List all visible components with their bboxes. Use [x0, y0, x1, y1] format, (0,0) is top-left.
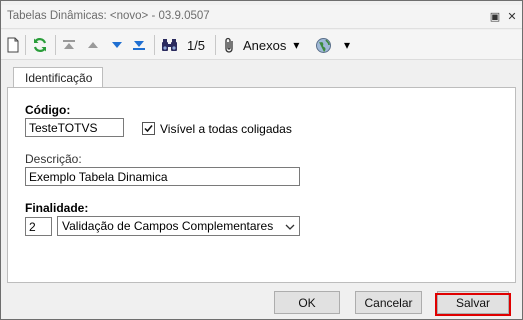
cancel-button[interactable]: Cancelar [355, 291, 422, 314]
checkmark-icon [144, 125, 153, 133]
last-record-icon[interactable] [131, 36, 147, 54]
paperclip-icon [223, 37, 237, 54]
attachments-label: Anexos [243, 37, 287, 53]
ok-button[interactable]: OK [274, 291, 340, 314]
tab-identificacao[interactable]: Identificação [13, 67, 103, 88]
dialog-window: Tabelas Dinâmicas: <novo> - 03.9.0507 ▣ … [0, 0, 523, 320]
chevron-down-icon: ▾ [344, 38, 351, 52]
new-document-icon[interactable] [5, 36, 21, 54]
globe-menu-button[interactable]: ▾ [315, 36, 355, 54]
toolbar-separator [154, 35, 155, 55]
next-record-icon[interactable] [109, 36, 125, 54]
visivel-checkbox[interactable] [142, 122, 155, 135]
finalidade-select[interactable]: Validação de Campos Complementares [57, 216, 300, 236]
codigo-input[interactable]: TesteTOTVS [25, 118, 124, 137]
toolbar-separator [55, 35, 56, 55]
descricao-label: Descrição: [25, 152, 82, 166]
attachments-button[interactable]: Anexos ▾ [223, 36, 319, 54]
finalidade-code-input[interactable]: 2 [25, 217, 52, 236]
visivel-label[interactable]: Visível a todas coligadas [160, 122, 292, 136]
previous-record-icon[interactable] [85, 36, 101, 54]
close-icon[interactable]: ✕ [506, 10, 518, 23]
codigo-label: Código: [25, 103, 71, 117]
record-indicator: 1/5 [186, 37, 206, 53]
tab-identificacao-label: Identificação [25, 71, 93, 85]
window-title: Tabelas Dinâmicas: <novo> - 03.9.0507 [7, 10, 210, 22]
finalidade-label: Finalidade: [25, 201, 89, 215]
toolbar-separator [25, 35, 26, 55]
descricao-input[interactable]: Exemplo Tabela Dinamica [25, 167, 300, 186]
chevron-down-icon [285, 221, 295, 235]
save-button-highlight [435, 293, 511, 316]
refresh-icon[interactable] [31, 36, 49, 54]
toolbar-separator [215, 35, 216, 55]
chevron-down-icon: ▾ [293, 38, 300, 52]
finalidade-selected-value: Validação de Campos Complementares [62, 219, 274, 233]
restore-icon[interactable]: ▣ [489, 10, 501, 23]
first-record-icon[interactable] [61, 36, 77, 54]
toolbar: 1/5 Anexos ▾ ▾ [1, 30, 522, 60]
binoculars-icon[interactable] [160, 36, 178, 54]
title-bar[interactable]: Tabelas Dinâmicas: <novo> - 03.9.0507 ▣ … [1, 5, 522, 29]
globe-icon [315, 37, 332, 54]
